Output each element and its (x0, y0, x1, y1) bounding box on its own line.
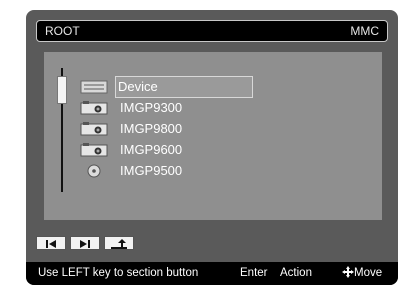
storage-label: MMC (350, 24, 379, 38)
footer-hint-bar: Use LEFT key to section button Enter Act… (26, 262, 398, 285)
skip-next-icon (80, 240, 90, 248)
move-arrows-icon (342, 266, 354, 278)
list-item[interactable]: IMGP9300 (80, 99, 280, 117)
skip-previous-icon (46, 240, 56, 248)
list-item-label: IMGP9300 (120, 100, 183, 115)
list-item[interactable]: IMGP9500 (80, 162, 280, 180)
camera-icon (80, 143, 108, 157)
file-list-panel: Device IMGP9300 IMGP9800 IMGP9600 IMGP95… (44, 52, 382, 220)
scrollbar-thumb[interactable] (57, 76, 67, 104)
enter-key-label: Enter (240, 267, 268, 279)
header-bar: ROOT MMC (36, 20, 388, 42)
device-icon (80, 80, 108, 94)
list-item[interactable]: IMGP9800 (80, 120, 280, 138)
list-item-label: IMGP9500 (120, 163, 183, 178)
screen: ROOT MMC Device IMGP9300 IMGP9800 IMGP96… (0, 0, 406, 291)
disc-icon (87, 164, 101, 178)
path-label: ROOT (45, 24, 80, 38)
list-item[interactable]: IMGP9600 (80, 141, 280, 159)
move-label: Move (354, 267, 383, 279)
list-item-device[interactable]: Device (80, 76, 280, 98)
list-item-label: IMGP9600 (120, 142, 183, 157)
up-folder-icon (111, 239, 127, 249)
camera-icon (80, 101, 108, 115)
file-browser-window: ROOT MMC Device IMGP9300 IMGP9800 IMGP96… (26, 10, 398, 285)
action-label: Action (280, 267, 312, 279)
up-folder-button[interactable] (104, 236, 134, 250)
skip-previous-button[interactable] (36, 236, 66, 250)
list-item-label: IMGP9800 (120, 121, 183, 136)
list-item-label: Device (118, 79, 158, 94)
camera-icon (80, 122, 108, 136)
skip-next-button[interactable] (70, 236, 100, 250)
move-hint: Move (342, 266, 382, 279)
hint-text: Use LEFT key to section button (38, 267, 199, 279)
